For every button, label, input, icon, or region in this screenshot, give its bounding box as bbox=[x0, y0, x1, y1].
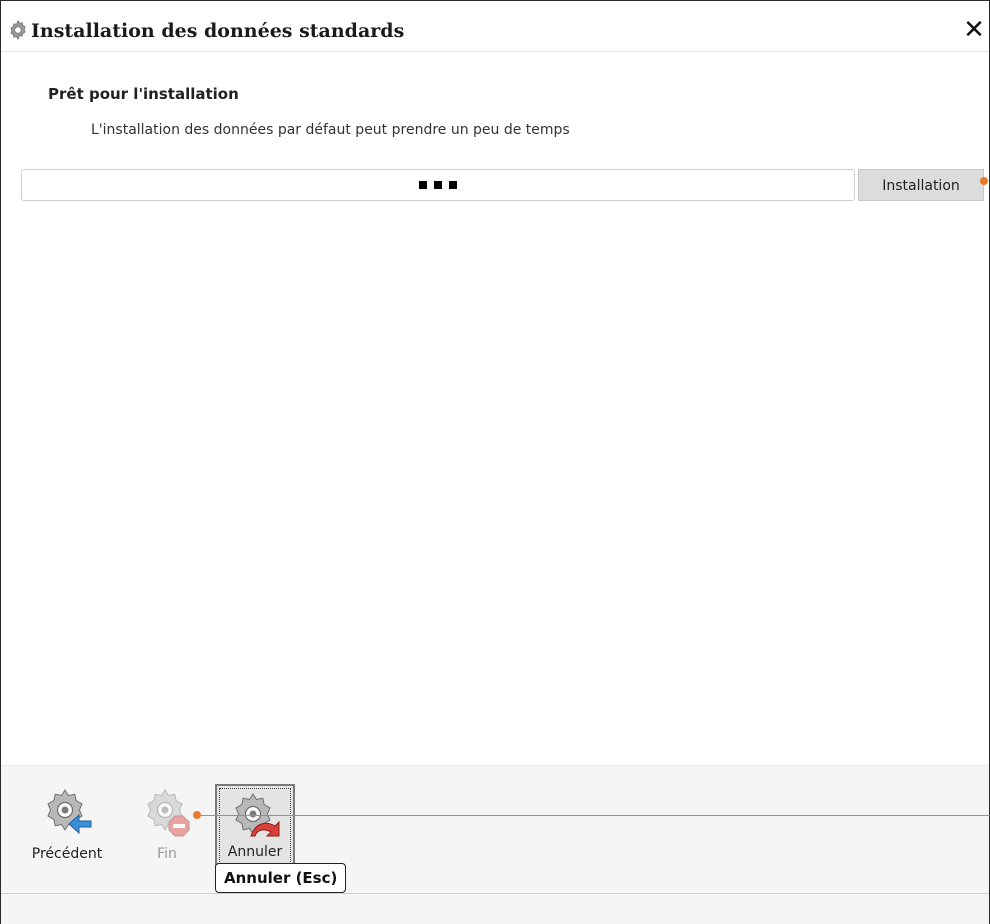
window-title: Installation des données standards bbox=[31, 20, 405, 42]
finish-label: Fin bbox=[157, 846, 177, 862]
annotation-leader-line bbox=[201, 815, 990, 816]
gear-arrow-left-icon bbox=[47, 789, 92, 835]
install-button[interactable]: Installation bbox=[858, 169, 984, 201]
progress-dot bbox=[419, 181, 427, 189]
close-button[interactable]: ✕ bbox=[961, 15, 987, 45]
cancel-tooltip: Annuler (Esc) bbox=[215, 863, 347, 893]
gear-icon bbox=[10, 20, 26, 40]
section-heading: Prêt pour l'installation bbox=[48, 85, 239, 103]
progress-indicator bbox=[419, 181, 457, 189]
gear-cancel-icon bbox=[235, 793, 280, 837]
dialog-window: Installation des données standards ✕ Prê… bbox=[0, 0, 990, 924]
section-description: L'installation des données par défaut pe… bbox=[91, 122, 570, 138]
previous-label: Précédent bbox=[31, 846, 103, 862]
annotation-marker bbox=[193, 811, 201, 819]
wizard-footer: Précédent Fin Annuler bbox=[1, 765, 989, 924]
previous-button[interactable]: Précédent bbox=[29, 786, 105, 872]
gear-stop-icon bbox=[147, 789, 190, 837]
title-bar: Installation des données standards ✕ bbox=[1, 1, 989, 52]
progress-dot bbox=[434, 181, 442, 189]
cancel-button[interactable]: Annuler bbox=[215, 784, 295, 872]
footer-divider bbox=[1, 893, 989, 894]
annotation-marker bbox=[980, 177, 988, 185]
progress-bar bbox=[21, 169, 855, 201]
cancel-label: Annuler bbox=[227, 844, 283, 860]
finish-button[interactable]: Fin bbox=[135, 786, 199, 872]
progress-dot bbox=[449, 181, 457, 189]
